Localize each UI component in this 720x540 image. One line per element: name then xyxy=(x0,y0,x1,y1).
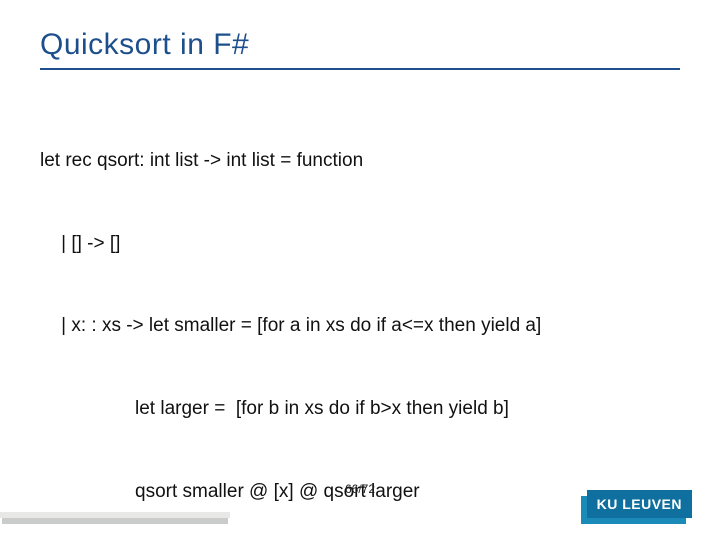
code-line: | x: : xs -> let smaller = [for a in xs … xyxy=(40,312,680,340)
code-line: | [] -> [] xyxy=(40,230,680,258)
slide: Quicksort in F# let rec qsort: int list … xyxy=(0,0,720,540)
code-line: let larger = [for b in xs do if b>x then… xyxy=(40,395,680,423)
code-line: let rec qsort: int list -> int list = fu… xyxy=(40,147,680,175)
ku-leuven-logo: KU LEUVEN xyxy=(587,490,692,518)
footer-accent-bar xyxy=(0,512,230,518)
code-block-1: let rec qsort: int list -> int list = fu… xyxy=(40,92,680,540)
slide-title: Quicksort in F# xyxy=(40,28,680,70)
